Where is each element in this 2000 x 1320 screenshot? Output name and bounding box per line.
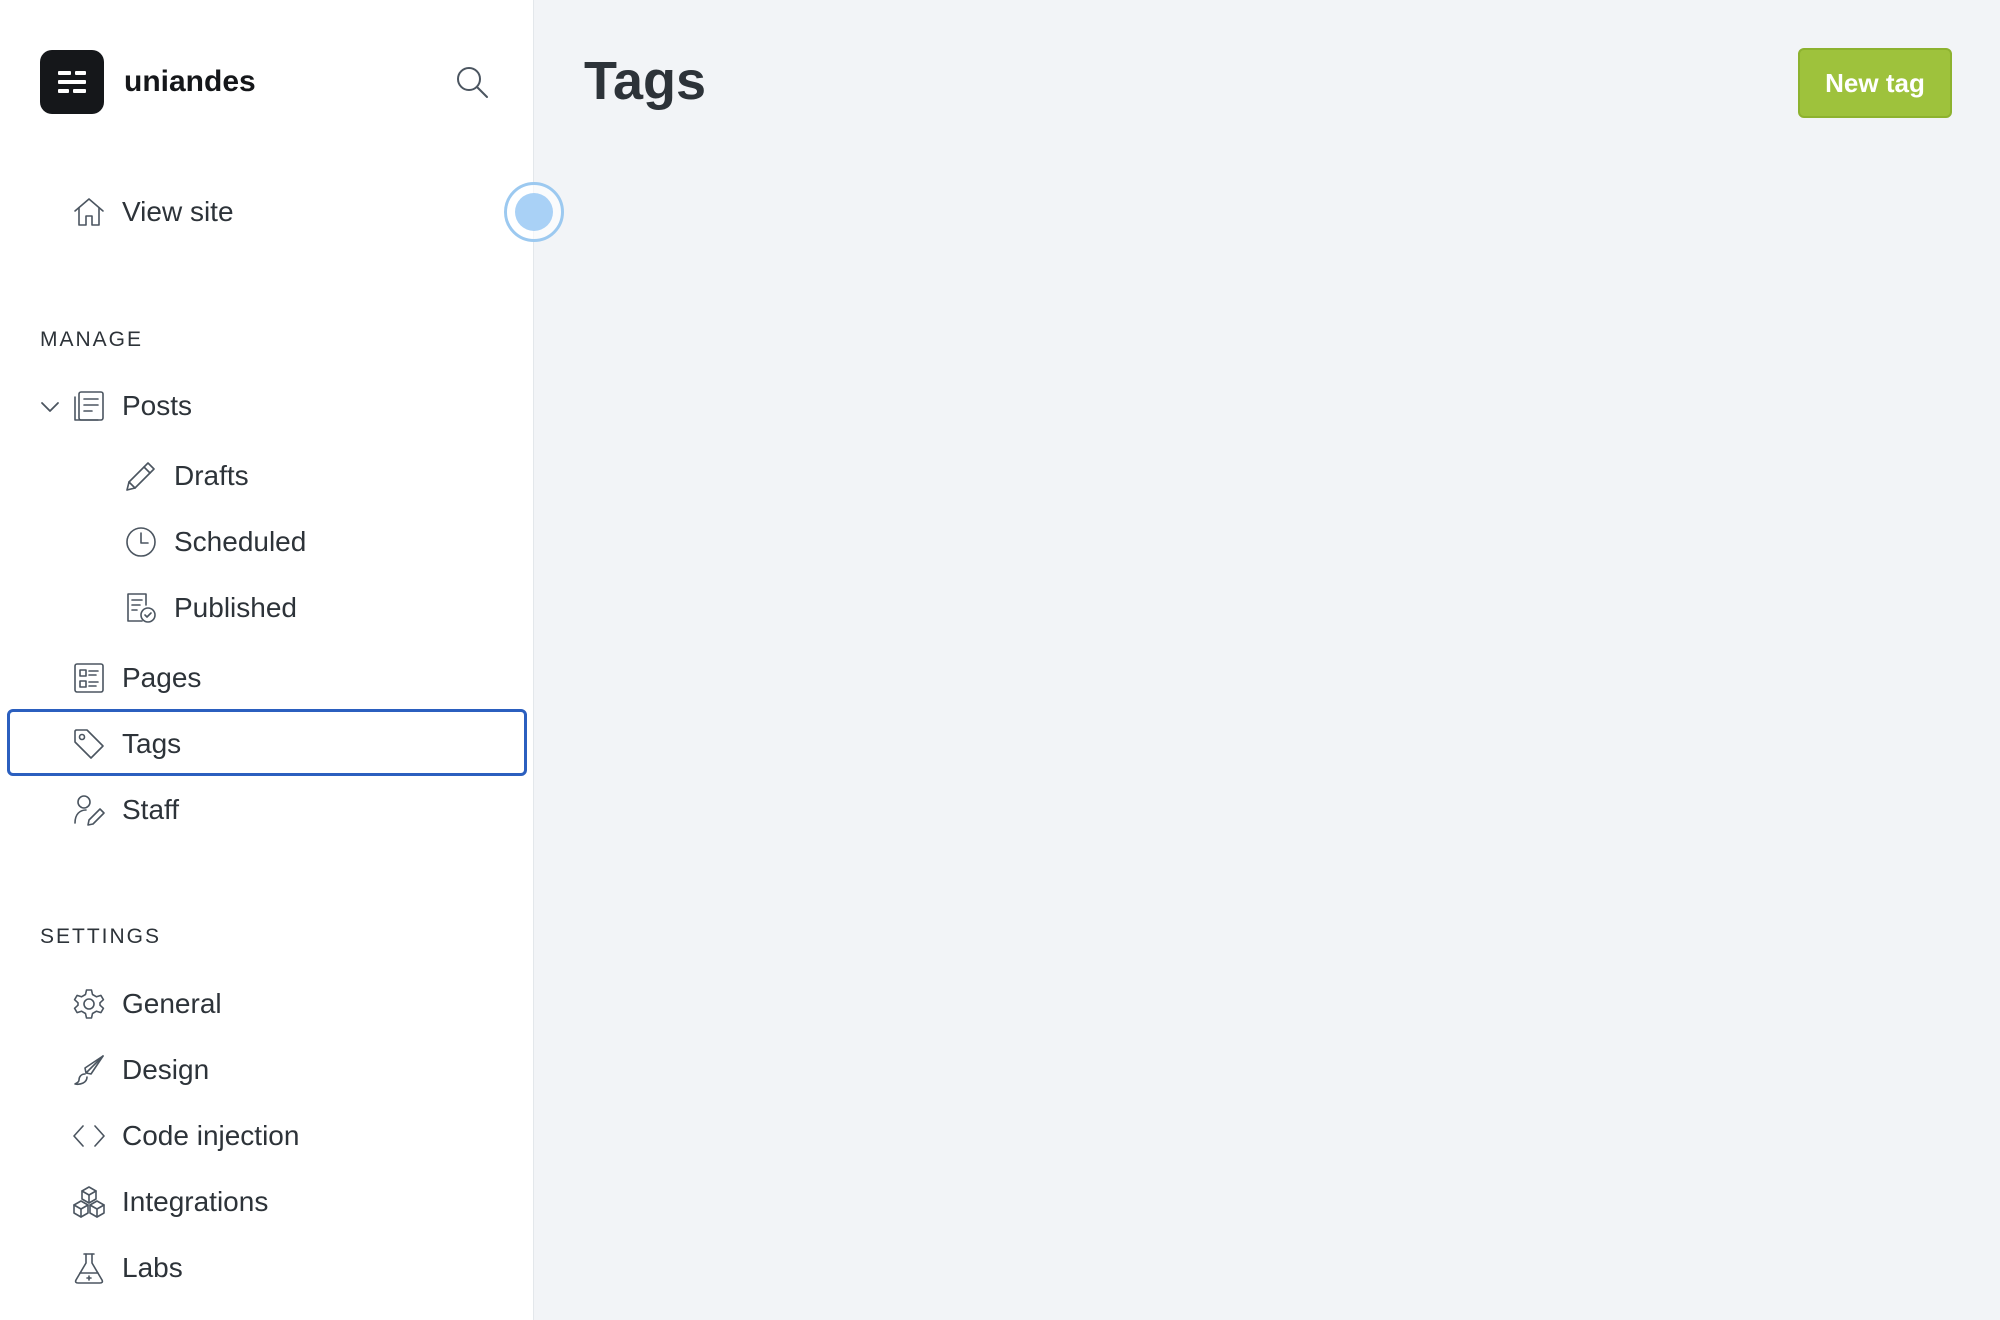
nav-code-injection-label: Code injection	[122, 1120, 300, 1151]
posts-icon	[70, 387, 108, 425]
home-icon	[70, 193, 108, 231]
posts-expand-toggle[interactable]	[38, 395, 62, 419]
nav-posts-label: Posts	[122, 390, 193, 421]
published-icon	[122, 589, 160, 627]
nav-labs-label: Labs	[122, 1252, 183, 1283]
nav-pages[interactable]: Pages	[70, 654, 201, 702]
nav-design[interactable]: Design	[70, 1046, 209, 1094]
nav-tags-label: Tags	[122, 728, 182, 759]
nav-tags[interactable]: Tags	[70, 720, 181, 768]
app-window: uniandes View site MANAGE Posts Drafts S…	[0, 0, 2000, 1320]
nav-scheduled-label: Scheduled	[174, 526, 307, 557]
main-content: Tags New tag	[534, 0, 2000, 1320]
clock-icon	[122, 523, 160, 561]
ghost-menu-icon	[40, 50, 104, 114]
gear-icon	[70, 985, 108, 1023]
page-title: Tags	[584, 51, 707, 111]
brand[interactable]: uniandes	[40, 50, 256, 114]
pages-icon	[70, 659, 108, 697]
settings-heading: SETTINGS	[40, 925, 162, 948]
nav-labs[interactable]: Labs	[70, 1244, 183, 1292]
nav-integrations-label: Integrations	[122, 1186, 269, 1217]
nav-staff-label: Staff	[122, 794, 180, 825]
new-tag-button[interactable]: New tag	[1798, 48, 1952, 118]
search-button[interactable]	[452, 62, 492, 102]
nav-design-label: Design	[122, 1054, 210, 1085]
search-icon	[457, 67, 488, 98]
brush-icon	[70, 1051, 108, 1089]
nav-staff[interactable]: Staff	[70, 786, 179, 834]
nav-view-site-label: View site	[122, 196, 234, 227]
sidebar: uniandes View site MANAGE Posts Drafts S…	[0, 0, 564, 1320]
staff-icon	[70, 791, 108, 829]
nav-published[interactable]: Published	[122, 584, 297, 632]
nav-published-label: Published	[174, 592, 297, 623]
nav-scheduled[interactable]: Scheduled	[122, 518, 306, 566]
flask-icon	[70, 1249, 108, 1287]
pencil-icon	[122, 457, 160, 495]
nav-posts[interactable]: Posts	[70, 382, 192, 430]
code-icon	[70, 1117, 108, 1155]
nav-code-injection[interactable]: Code injection	[70, 1112, 299, 1160]
cursor-indicator	[504, 182, 564, 242]
chevron-down-icon	[41, 402, 59, 412]
nav-general-label: General	[122, 988, 222, 1019]
manage-heading: MANAGE	[40, 328, 144, 351]
nav-drafts-label: Drafts	[174, 460, 249, 491]
nav-integrations[interactable]: Integrations	[70, 1178, 268, 1226]
nav-drafts[interactable]: Drafts	[122, 452, 249, 500]
nav-view-site[interactable]: View site	[70, 188, 234, 236]
site-name: uniandes	[124, 65, 256, 98]
integrations-icon	[70, 1183, 108, 1221]
tag-icon	[70, 725, 108, 763]
nav-general[interactable]: General	[70, 980, 222, 1028]
nav-pages-label: Pages	[122, 662, 202, 693]
